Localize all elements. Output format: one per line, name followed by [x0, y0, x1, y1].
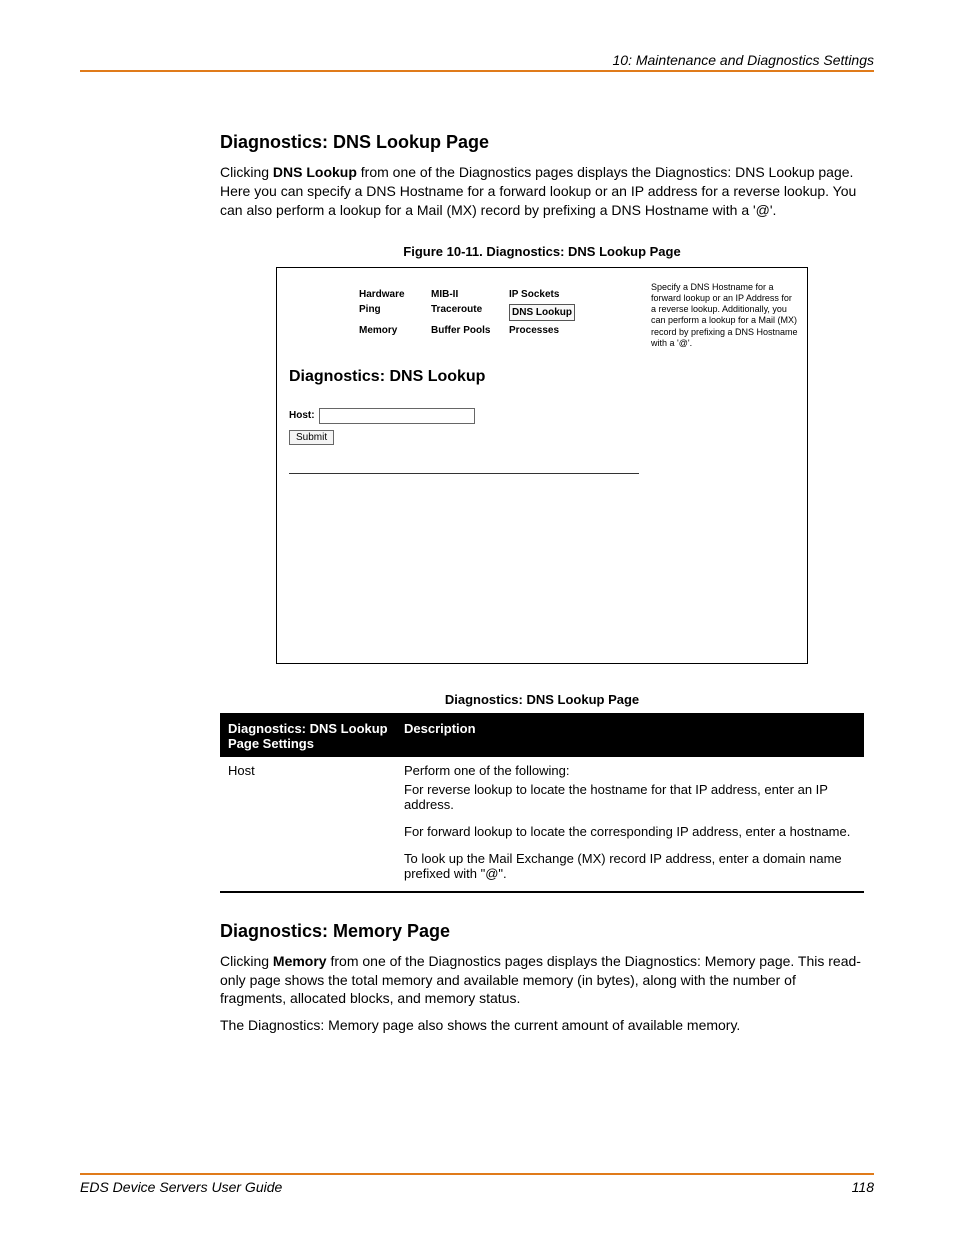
footer-page-number: 118 — [852, 1179, 874, 1195]
memory-p1: Clicking Memory from one of the Diagnost… — [220, 952, 864, 1009]
settings-table: Diagnostics: DNS Lookup Page Settings De… — [220, 713, 864, 893]
nav-bufferpools[interactable]: Buffer Pools — [429, 324, 507, 337]
table-header-settings: Diagnostics: DNS Lookup Page Settings — [220, 714, 396, 757]
table-header-description: Description — [396, 714, 864, 757]
figure-screenshot: Hardware MIB-II IP Sockets Ping Tracerou… — [276, 267, 808, 664]
table-caption: Diagnostics: DNS Lookup Page — [220, 692, 864, 707]
chapter-header: 10: Maintenance and Diagnostics Settings — [80, 52, 874, 72]
nav-ipsockets[interactable]: IP Sockets — [507, 288, 577, 301]
help-panel: Specify a DNS Hostname for a forward loo… — [651, 282, 799, 350]
nav-grid: Hardware MIB-II IP Sockets Ping Tracerou… — [357, 288, 577, 337]
nav-hardware[interactable]: Hardware — [357, 288, 429, 301]
nav-mibii[interactable]: MIB-II — [429, 288, 507, 301]
nav-dnslookup[interactable]: DNS Lookup — [509, 304, 575, 321]
memory-p2: The Diagnostics: Memory page also shows … — [220, 1016, 864, 1035]
figure-divider — [289, 473, 639, 474]
intro-text-bold: DNS Lookup — [273, 164, 357, 180]
host-label: Host: — [289, 410, 315, 421]
table-cell-desc2: For reverse lookup to locate the hostnam… — [396, 780, 864, 822]
figure-inner-title: Diagnostics: DNS Lookup — [289, 368, 485, 386]
figure-caption: Figure 10-11. Diagnostics: DNS Lookup Pa… — [220, 244, 864, 259]
section-title-memory: Diagnostics: Memory Page — [220, 921, 864, 942]
submit-button[interactable]: Submit — [289, 430, 334, 445]
host-input[interactable] — [319, 408, 475, 424]
table-cell-desc4: To look up the Mail Exchange (MX) record… — [396, 849, 864, 892]
footer-guide-name: EDS Device Servers User Guide — [80, 1179, 282, 1195]
memory-p1-pre: Clicking — [220, 953, 273, 969]
nav-traceroute[interactable]: Traceroute — [429, 303, 507, 322]
section-title-dns: Diagnostics: DNS Lookup Page — [220, 132, 864, 153]
table-cell-host: Host — [220, 757, 396, 780]
nav-memory[interactable]: Memory — [357, 324, 429, 337]
nav-processes[interactable]: Processes — [507, 324, 577, 337]
table-cell-desc3: For forward lookup to locate the corresp… — [396, 822, 864, 849]
intro-text-pre: Clicking — [220, 164, 273, 180]
memory-p1-bold: Memory — [273, 953, 327, 969]
table-cell-desc1: Perform one of the following: — [396, 757, 864, 780]
nav-ping[interactable]: Ping — [357, 303, 429, 322]
section-intro-dns: Clicking DNS Lookup from one of the Diag… — [220, 163, 864, 220]
